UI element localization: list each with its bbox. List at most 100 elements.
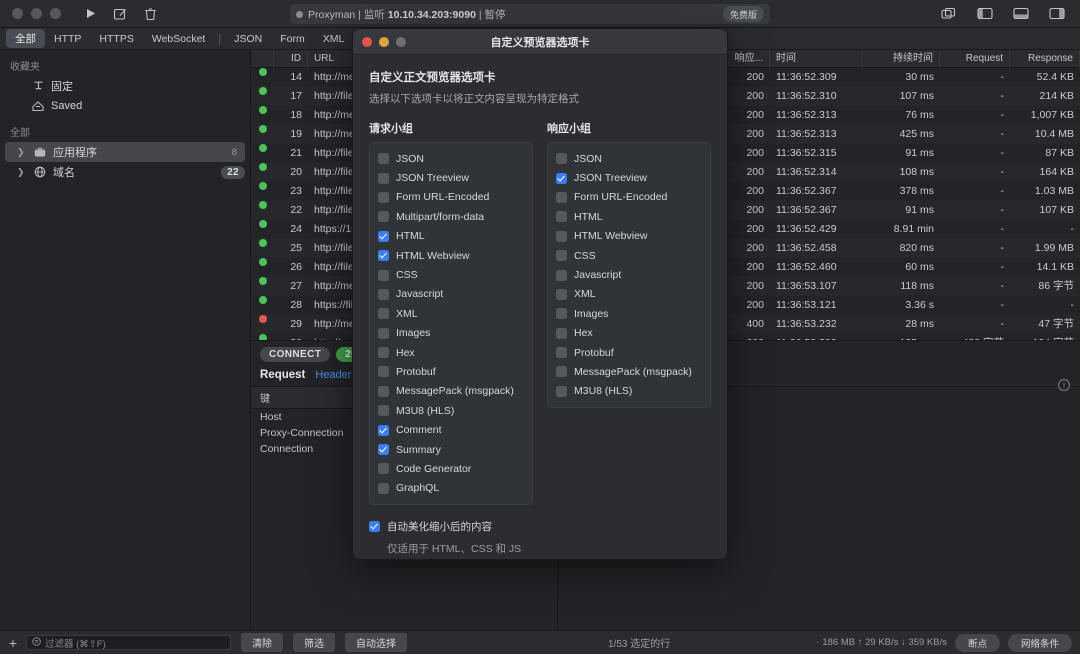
- request-preview-checkbox[interactable]: [378, 308, 389, 320]
- response-preview-checkbox[interactable]: [556, 347, 567, 359]
- close-icon[interactable]: [12, 8, 23, 19]
- request-preview-row[interactable]: Code Generator: [378, 459, 524, 478]
- response-preview-checkbox[interactable]: [556, 308, 567, 320]
- response-preview-row[interactable]: M3U8 (HLS): [556, 382, 702, 401]
- autoselect-button[interactable]: 自动选择: [345, 633, 407, 652]
- response-preview-checkbox[interactable]: [556, 153, 567, 165]
- auto-beautify-row[interactable]: 自动美化缩小后的内容: [369, 517, 711, 536]
- tab-form[interactable]: Form: [271, 31, 314, 47]
- request-preview-row[interactable]: Images: [378, 324, 524, 343]
- filter-input[interactable]: 过滤器 (⌘⇧F): [26, 635, 231, 650]
- copy-windows-icon[interactable]: [936, 3, 962, 25]
- sidebar-item-pinned[interactable]: 固定: [5, 76, 245, 96]
- request-preview-row[interactable]: JSON: [378, 149, 524, 168]
- request-preview-row[interactable]: JSON Treeview: [378, 168, 524, 187]
- column-status-code[interactable]: 响应...: [722, 50, 770, 68]
- request-preview-checkbox[interactable]: [378, 327, 389, 339]
- response-preview-checkbox[interactable]: [556, 366, 567, 378]
- sidebar-item-applications[interactable]: ❯ 应用程序 8: [5, 142, 245, 162]
- clear-button[interactable]: 清除: [241, 633, 283, 652]
- tab-https[interactable]: HTTPS: [90, 31, 142, 47]
- right-panel-toggle-icon[interactable]: [1044, 3, 1070, 25]
- request-preview-row[interactable]: M3U8 (HLS): [378, 401, 524, 420]
- request-preview-row[interactable]: HTML: [378, 227, 524, 246]
- request-preview-row[interactable]: Protobuf: [378, 362, 524, 381]
- breakpoint-button[interactable]: 断点: [954, 633, 1000, 652]
- tab-json[interactable]: JSON: [225, 31, 271, 47]
- request-preview-row[interactable]: CSS: [378, 265, 524, 284]
- request-preview-row[interactable]: Multipart/form-data: [378, 207, 524, 226]
- maximize-icon[interactable]: [50, 8, 61, 19]
- window-traffic-lights[interactable]: [0, 8, 61, 19]
- response-preview-row[interactable]: CSS: [556, 246, 702, 265]
- trash-icon[interactable]: [137, 3, 163, 25]
- request-preview-checkbox[interactable]: [378, 211, 389, 223]
- response-preview-checkbox[interactable]: [556, 288, 567, 300]
- column-response-size[interactable]: Response: [1010, 50, 1080, 68]
- response-preview-checkbox[interactable]: [556, 230, 567, 242]
- request-preview-checkbox[interactable]: [378, 424, 389, 436]
- proxy-status-bar[interactable]: Proxyman | 监听 10.10.34.203:9090 | 暂停 免费版: [290, 4, 770, 24]
- column-time[interactable]: 时间: [770, 50, 862, 68]
- column-request-size[interactable]: Request: [940, 50, 1010, 68]
- request-preview-row[interactable]: XML: [378, 304, 524, 323]
- request-preview-checkbox[interactable]: [378, 153, 389, 165]
- request-preview-row[interactable]: Comment: [378, 420, 524, 439]
- network-conditions-button[interactable]: 网络条件: [1007, 633, 1072, 652]
- request-preview-checkbox[interactable]: [378, 250, 389, 262]
- tab-all[interactable]: 全部: [6, 29, 45, 48]
- left-panel-toggle-icon[interactable]: [972, 3, 998, 25]
- response-preview-row[interactable]: HTML Webview: [556, 227, 702, 246]
- request-preview-checkbox[interactable]: [378, 405, 389, 417]
- column-duration[interactable]: 持续时间: [862, 50, 940, 68]
- add-button[interactable]: +: [0, 635, 26, 651]
- request-preview-checkbox[interactable]: [378, 366, 389, 378]
- info-icon[interactable]: i: [1058, 379, 1070, 391]
- request-group-list[interactable]: JSON JSON Treeview Form URL-Encoded Multipa…: [369, 142, 533, 506]
- request-preview-checkbox[interactable]: [378, 172, 389, 184]
- response-preview-checkbox[interactable]: [556, 250, 567, 262]
- request-preview-checkbox[interactable]: [378, 230, 389, 242]
- response-preview-row[interactable]: JSON: [556, 149, 702, 168]
- response-preview-checkbox[interactable]: [556, 385, 567, 397]
- tab-websocket[interactable]: WebSocket: [143, 31, 215, 47]
- request-preview-row[interactable]: GraphQL: [378, 479, 524, 498]
- free-version-badge[interactable]: 免费版: [722, 6, 764, 22]
- response-preview-row[interactable]: HTML: [556, 207, 702, 226]
- column-id[interactable]: ID: [274, 50, 308, 68]
- request-preview-checkbox[interactable]: [378, 288, 389, 300]
- tab-http[interactable]: HTTP: [45, 31, 90, 47]
- sidebar-item-domains[interactable]: ❯ 域名 22: [5, 162, 245, 182]
- response-preview-row[interactable]: Javascript: [556, 265, 702, 284]
- request-preview-checkbox[interactable]: [378, 385, 389, 397]
- response-preview-row[interactable]: MessagePack (msgpack): [556, 362, 702, 381]
- request-preview-row[interactable]: Hex: [378, 343, 524, 362]
- response-preview-row[interactable]: Protobuf: [556, 343, 702, 362]
- response-preview-row[interactable]: Images: [556, 304, 702, 323]
- request-preview-checkbox[interactable]: [378, 482, 389, 494]
- column-status-indicator[interactable]: [252, 50, 274, 68]
- request-preview-row[interactable]: MessagePack (msgpack): [378, 382, 524, 401]
- play-icon[interactable]: [77, 3, 103, 25]
- response-group-list[interactable]: JSON JSON Treeview Form URL-Encoded HTML HTM…: [547, 142, 711, 409]
- tab-xml[interactable]: XML: [314, 31, 354, 47]
- request-preview-checkbox[interactable]: [378, 191, 389, 203]
- chevron-right-icon[interactable]: ❯: [17, 147, 27, 158]
- auto-beautify-checkbox[interactable]: [369, 521, 380, 533]
- response-preview-row[interactable]: JSON Treeview: [556, 168, 702, 187]
- request-preview-row[interactable]: Form URL-Encoded: [378, 188, 524, 207]
- response-preview-checkbox[interactable]: [556, 269, 567, 281]
- minimize-icon[interactable]: [31, 8, 42, 19]
- response-preview-row[interactable]: Hex: [556, 324, 702, 343]
- request-preview-checkbox[interactable]: [378, 444, 389, 456]
- chevron-right-icon[interactable]: ❯: [17, 167, 27, 178]
- request-preview-checkbox[interactable]: [378, 347, 389, 359]
- response-preview-checkbox[interactable]: [556, 191, 567, 203]
- response-preview-checkbox[interactable]: [556, 172, 567, 184]
- request-preview-checkbox[interactable]: [378, 463, 389, 475]
- request-preview-row[interactable]: Javascript: [378, 285, 524, 304]
- compose-icon[interactable]: [107, 3, 133, 25]
- response-preview-checkbox[interactable]: [556, 327, 567, 339]
- filter-button[interactable]: 筛选: [293, 633, 335, 652]
- request-preview-row[interactable]: HTML Webview: [378, 246, 524, 265]
